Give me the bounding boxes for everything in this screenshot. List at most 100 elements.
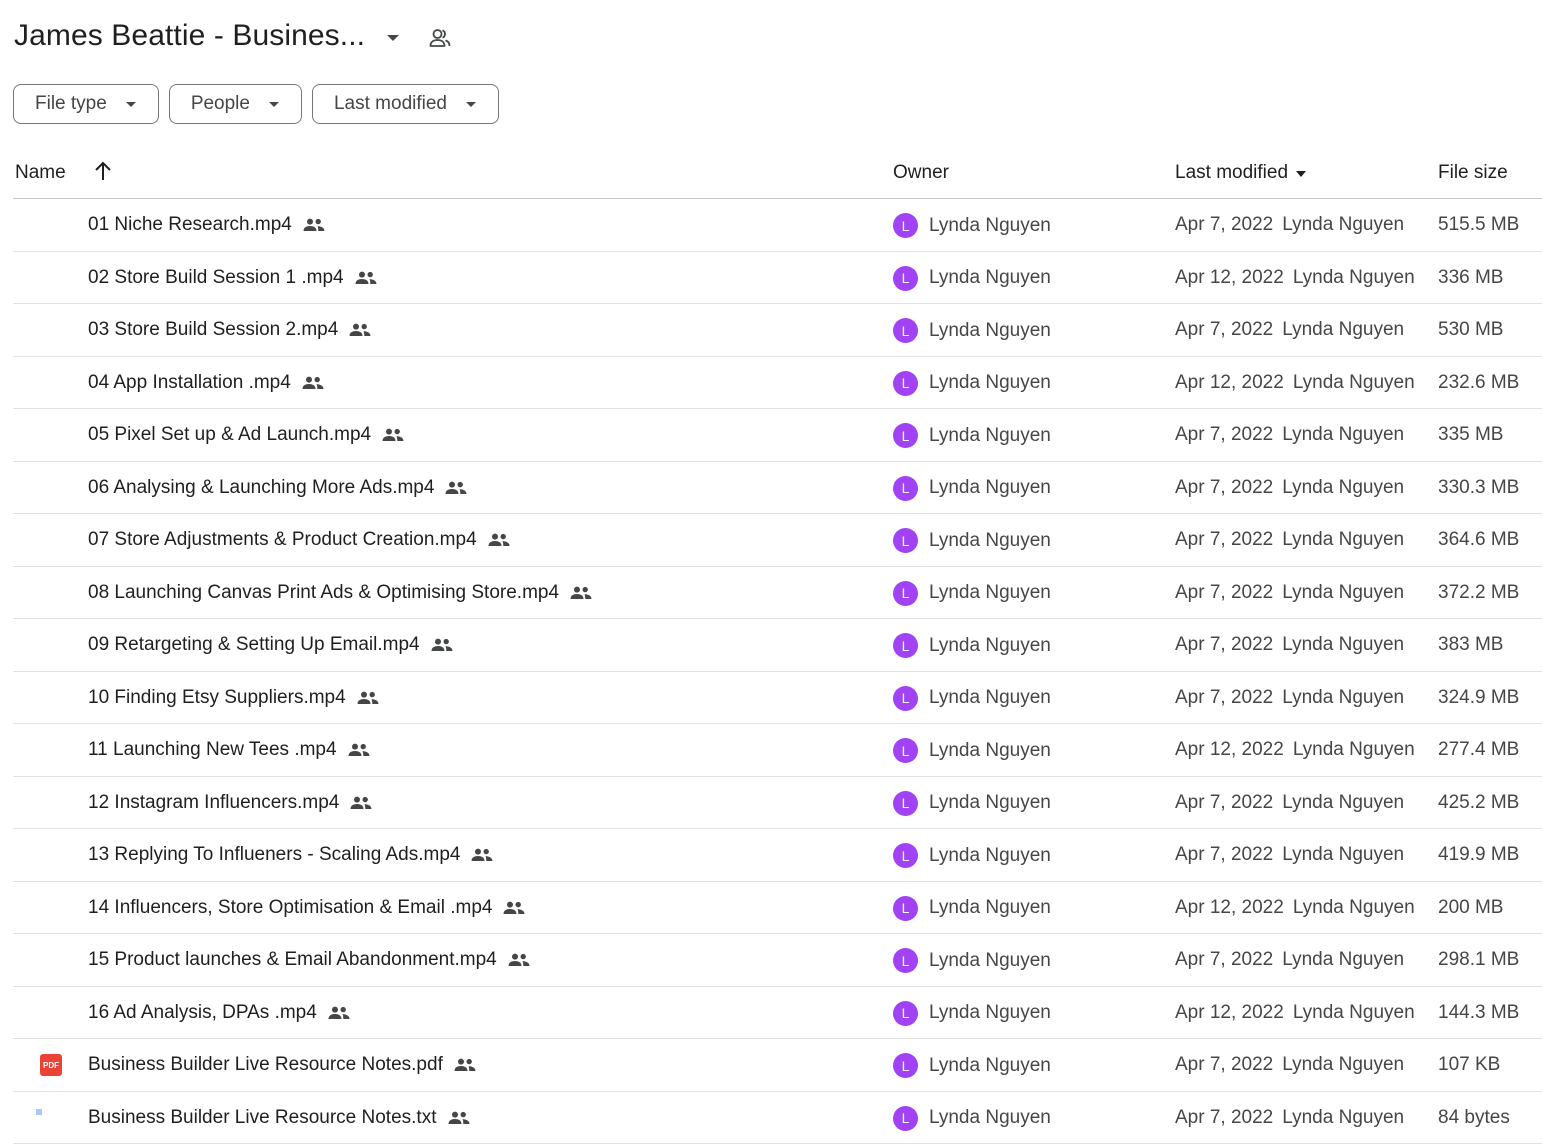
file-name[interactable]: 13 Replying To Influeners - Scaling Ads.… [88,844,460,866]
file-name[interactable]: 14 Influencers, Store Optimisation & Ema… [88,897,492,919]
avatar: L [893,580,918,606]
modified-by: Lynda Nguyen [1292,1001,1415,1023]
file-row[interactable]: 06 Analysing & Launching More Ads.mp4 L … [13,462,1542,514]
owner-cell: L Lynda Nguyen [893,1105,1051,1131]
file-name[interactable]: 15 Product launches & Email Abandonment.… [88,949,497,971]
owner-cell: L Lynda Nguyen [893,948,1051,973]
shared-icon [448,1111,470,1125]
file-row[interactable]: 01 Niche Research.mp4 L Lynda Nguyen Apr… [13,199,1542,252]
shared-icon [328,1006,350,1020]
column-name-header[interactable]: Name [15,162,66,184]
modified-date: Apr 12, 2022 [1175,739,1284,760]
text-document-icon [39,1109,63,1129]
file-name[interactable]: 10 Finding Etsy Suppliers.mp4 [88,687,346,709]
owner-cell: L Lynda Nguyen [893,580,1051,606]
owner-cell: L Lynda Nguyen [893,685,1051,711]
video-file-icon [39,689,63,709]
owner-cell: L Lynda Nguyen [893,528,1051,553]
last-modified-filter[interactable]: Last modified [311,84,499,124]
last-modified-cell: Apr 12, 2022 Lynda Nguyen [1175,739,1415,761]
arrow-drop-down-icon[interactable] [387,35,400,41]
modified-by: Lynda Nguyen [1292,739,1415,760]
file-name[interactable]: 12 Instagram Influencers.mp4 [88,792,339,814]
file-name[interactable]: 11 Launching New Tees .mp4 [88,739,337,761]
avatar: L [893,633,918,658]
last-modified-cell: Apr 7, 2022 Lynda Nguyen [1175,844,1404,866]
file-name[interactable]: 04 App Installation .mp4 [88,372,291,394]
file-row[interactable]: 03 Store Build Session 2.mp4 L Lynda Ngu… [13,304,1542,357]
shared-icon [503,901,525,915]
shared-people-icon[interactable] [429,28,451,48]
last-modified-cell: Apr 7, 2022 Lynda Nguyen [1175,477,1404,499]
modified-by: Lynda Nguyen [1282,476,1405,498]
file-row[interactable]: Business Builder Live Resource Notes.txt… [13,1092,1542,1144]
file-name[interactable]: 08 Launching Canvas Print Ads & Optimisi… [88,582,559,604]
file-size: 324.9 MB [1438,686,1520,708]
owner-cell: L Lynda Nguyen [893,265,1051,291]
file-row[interactable]: 08 Launching Canvas Print Ads & Optimisi… [13,567,1542,619]
file-row[interactable]: 15 Product launches & Email Abandonment.… [13,934,1542,987]
owner-name: Lynda Nguyen [929,739,1051,761]
chip-label: People [190,93,250,114]
owner-name: Lynda Nguyen [929,319,1051,341]
modified-by: Lynda Nguyen [1282,1106,1405,1128]
avatar: L [893,843,918,868]
owner-cell: L Lynda Nguyen [893,633,1051,658]
folder-header: James Beattie - Busines... [14,14,451,58]
file-row[interactable]: 13 Replying To Influeners - Scaling Ads.… [13,829,1542,882]
file-row[interactable]: PDF Business Builder Live Resource Notes… [13,1039,1542,1092]
file-size: 335 MB [1438,424,1504,445]
file-size: 277.4 MB [1438,739,1520,760]
modified-date: Apr 7, 2022 [1175,476,1274,498]
file-name[interactable]: 01 Niche Research.mp4 [88,214,292,236]
avatar: L [893,213,918,238]
file-row[interactable]: 14 Influencers, Store Optimisation & Ema… [13,882,1542,934]
file-name[interactable]: Business Builder Live Resource Notes.txt [88,1107,437,1129]
video-file-icon [39,899,63,919]
file-name[interactable]: 09 Retargeting & Setting Up Email.mp4 [88,634,420,656]
file-row[interactable]: 11 Launching New Tees .mp4 L Lynda Nguye… [13,724,1542,777]
file-type-filter[interactable]: File type [13,84,159,124]
owner-name: Lynda Nguyen [929,897,1051,918]
shared-icon [355,271,377,285]
file-row[interactable]: 12 Instagram Influencers.mp4 L Lynda Ngu… [13,777,1542,829]
file-row[interactable]: 04 App Installation .mp4 L Lynda Nguyen … [13,357,1542,409]
file-row[interactable]: 05 Pixel Set up & Ad Launch.mp4 L Lynda … [13,409,1542,462]
file-name[interactable]: 06 Analysing & Launching More Ads.mp4 [88,477,434,499]
file-name[interactable]: 05 Pixel Set up & Ad Launch.mp4 [88,424,371,446]
file-name[interactable]: 07 Store Adjustments & Product Creation.… [88,529,477,551]
avatar: L [893,1000,918,1026]
file-row[interactable]: 02 Store Build Session 1 .mp4 L Lynda Ng… [13,252,1542,304]
file-row[interactable]: 09 Retargeting & Setting Up Email.mp4 L … [13,619,1542,672]
last-modified-cell: Apr 7, 2022 Lynda Nguyen [1175,634,1404,656]
file-name[interactable]: 03 Store Build Session 2.mp4 [88,319,338,341]
chip-label: Last modified [333,93,447,114]
avatar: L [893,895,918,921]
video-file-icon [39,846,63,866]
modified-date: Apr 12, 2022 [1175,371,1284,393]
file-name[interactable]: 16 Ad Analysis, DPAs .mp4 [88,1002,317,1024]
modified-date: Apr 7, 2022 [1175,214,1274,235]
owner-cell: L Lynda Nguyen [893,423,1051,448]
file-name[interactable]: 02 Store Build Session 1 .mp4 [88,267,344,289]
folder-title[interactable]: James Beattie - Busines... [14,19,365,53]
owner-name: Lynda Nguyen [929,214,1051,236]
file-name[interactable]: Business Builder Live Resource Notes.pdf [88,1054,443,1076]
column-file-size-header[interactable]: File size [1438,162,1508,184]
arrow-up-icon[interactable] [93,160,113,188]
file-row[interactable]: 07 Store Adjustments & Product Creation.… [13,514,1542,567]
people-filter[interactable]: People [168,84,302,124]
file-size: 336 MB [1438,266,1504,288]
modified-by: Lynda Nguyen [1282,844,1405,865]
shared-icon [348,743,370,757]
modified-date: Apr 7, 2022 [1175,949,1274,970]
column-last-modified-header[interactable]: Last modified [1175,162,1307,184]
modified-by: Lynda Nguyen [1282,634,1405,655]
last-modified-cell: Apr 7, 2022 Lynda Nguyen [1175,792,1404,814]
file-row[interactable]: 10 Finding Etsy Suppliers.mp4 L Lynda Ng… [13,672,1542,724]
avatar: L [893,790,918,816]
video-file-icon [39,636,63,656]
avatar: L [893,475,918,501]
owner-name: Lynda Nguyen [929,687,1051,708]
file-row[interactable]: 16 Ad Analysis, DPAs .mp4 L Lynda Nguyen… [13,987,1542,1039]
